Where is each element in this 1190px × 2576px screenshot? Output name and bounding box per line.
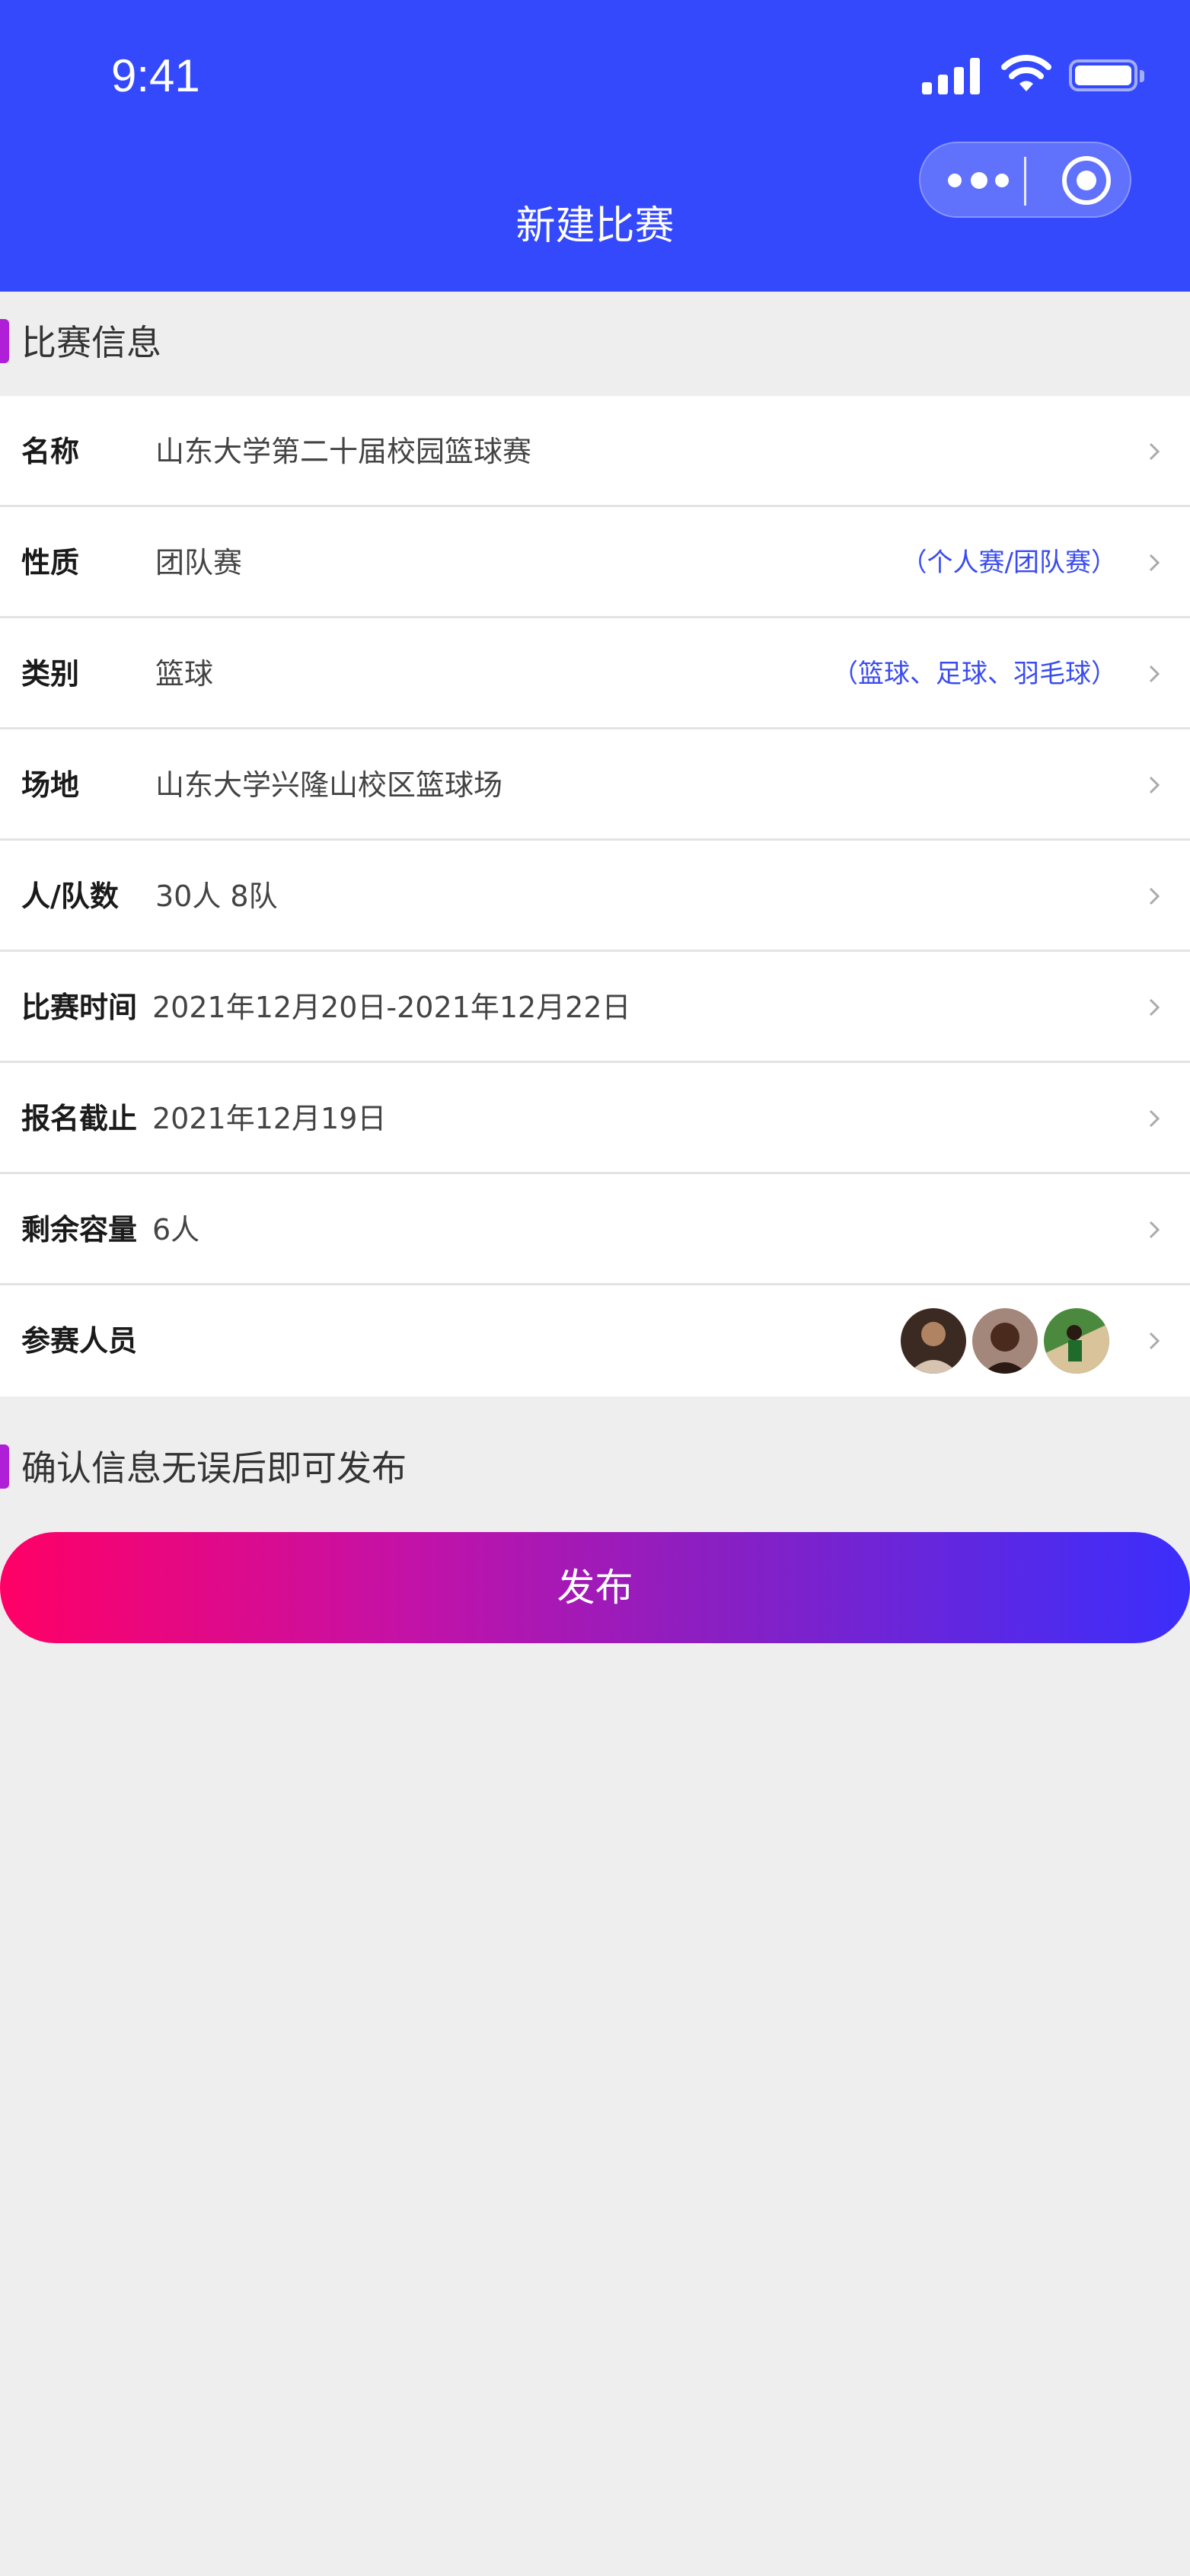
chevron-right-icon [1149, 554, 1160, 572]
chevron-right-icon [1149, 1109, 1160, 1128]
section-label: 确认信息无误后即可发布 [21, 1448, 407, 1489]
section-accent-bar [0, 1444, 9, 1489]
match-info-form: 名称 山东大学第二十届校园篮球赛 性质 团队赛 （个人赛/团队赛） 类别 篮球 … [0, 396, 1190, 1397]
row-label: 报名截止 [21, 1102, 138, 1135]
chevron-right-icon [1149, 1332, 1160, 1350]
battery-icon [1069, 59, 1137, 91]
section-label: 比赛信息 [21, 322, 161, 363]
row-team-count[interactable]: 人/队数 30人 8队 [0, 841, 1190, 952]
chevron-right-icon [1149, 776, 1160, 794]
row-value: 山东大学兴隆山校区篮球场 [155, 768, 503, 802]
row-value: 篮球 [155, 657, 214, 691]
row-type[interactable]: 性质 团队赛 （个人赛/团队赛） [0, 507, 1190, 618]
avatar[interactable] [972, 1308, 1038, 1374]
row-label: 比赛时间 [21, 991, 138, 1024]
chevron-right-icon [1149, 887, 1160, 905]
more-icon[interactable] [948, 171, 1009, 192]
chevron-right-icon [1149, 665, 1160, 683]
row-value: 2021年12月19日 [152, 1102, 387, 1135]
avatar[interactable] [901, 1308, 966, 1374]
row-label: 名称 [21, 435, 80, 468]
chevron-right-icon [1149, 1221, 1160, 1239]
section-accent-bar [0, 319, 9, 363]
wifi-icon [1001, 55, 1051, 91]
row-value: 30人 8队 [155, 879, 278, 913]
header-bar: 9:41 新建比赛 [0, 0, 1190, 292]
row-value: 2021年12月20日-2021年12月22日 [152, 991, 631, 1024]
row-remaining-capacity[interactable]: 剩余容量 6人 [0, 1174, 1190, 1285]
page-title: 新建比赛 [515, 203, 675, 249]
row-registration-deadline[interactable]: 报名截止 2021年12月19日 [0, 1063, 1190, 1174]
row-venue[interactable]: 场地 山东大学兴隆山校区篮球场 [0, 729, 1190, 841]
close-mini-program-icon[interactable] [1062, 156, 1111, 205]
row-hint: （个人赛/团队赛） [901, 547, 1117, 578]
chevron-right-icon [1149, 998, 1160, 1017]
section-heading-confirm: 确认信息无误后即可发布 [0, 1441, 1190, 1495]
row-participants[interactable]: 参赛人员 [0, 1285, 1190, 1397]
row-value: 6人 [152, 1213, 200, 1247]
row-label: 类别 [21, 657, 80, 691]
section-heading-info: 比赛信息 [0, 316, 1190, 369]
row-match-time[interactable]: 比赛时间 2021年12月20日-2021年12月22日 [0, 952, 1190, 1063]
avatar[interactable] [1044, 1308, 1109, 1374]
row-label: 人/队数 [21, 879, 119, 913]
signal-icon [922, 58, 980, 94]
row-category[interactable]: 类别 篮球 （篮球、足球、羽毛球） [0, 618, 1190, 729]
row-value: 山东大学第二十届校园篮球赛 [155, 435, 532, 468]
row-hint: （篮球、足球、羽毛球） [832, 659, 1117, 689]
chevron-right-icon [1149, 442, 1160, 461]
row-label: 参赛人员 [21, 1324, 138, 1358]
capsule-divider [1024, 157, 1026, 206]
row-name[interactable]: 名称 山东大学第二十届校园篮球赛 [0, 396, 1190, 507]
row-label: 场地 [21, 768, 80, 802]
row-value: 团队赛 [155, 546, 243, 579]
row-label: 性质 [21, 546, 80, 579]
row-label: 剩余容量 [21, 1213, 138, 1247]
status-time: 9:41 [111, 50, 200, 101]
publish-button[interactable]: 发布 [0, 1532, 1190, 1643]
